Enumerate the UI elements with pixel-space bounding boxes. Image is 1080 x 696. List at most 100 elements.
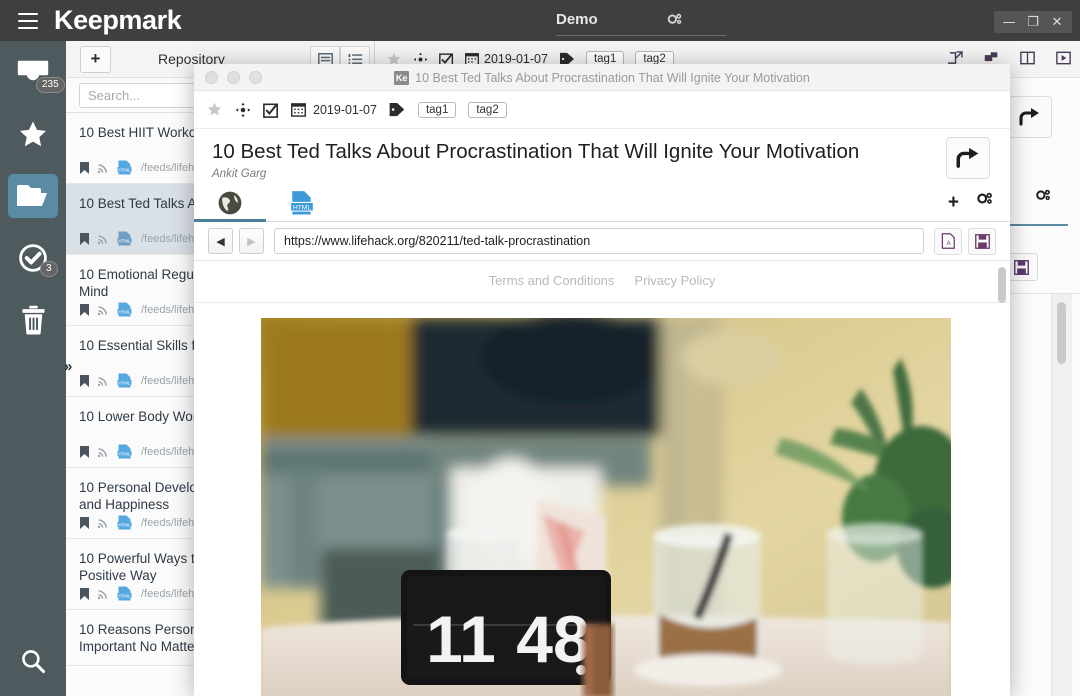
svg-text:A: A: [946, 241, 950, 247]
divider: [194, 302, 1010, 303]
modal-tabs: HTML +: [194, 186, 1010, 222]
svg-text:HTML: HTML: [119, 593, 132, 598]
forward-button[interactable]: ▶: [239, 228, 264, 254]
bookmark-icon: [79, 161, 90, 175]
add-icon[interactable]: +: [948, 192, 959, 214]
folder-icon: [8, 174, 58, 218]
link-terms[interactable]: Terms and Conditions: [489, 273, 615, 288]
modal-meta-toolbar: 2019-01-07 tag1 tag2: [194, 91, 1010, 129]
tag-chip[interactable]: tag2: [468, 102, 506, 118]
page-title: 10 Best Ted Talks About Procrastination …: [212, 139, 1010, 165]
article-feed-path: /feeds/lifeh: [141, 446, 194, 458]
svg-text:HTML: HTML: [119, 380, 132, 385]
sidebar-item-repository[interactable]: [0, 165, 66, 227]
scrollbar-thumb[interactable]: [1057, 302, 1066, 364]
share-icon[interactable]: [1008, 96, 1052, 138]
checkbox-checked-icon[interactable]: [263, 102, 279, 118]
modal-title: 10 Best Ted Talks About Procrastination …: [415, 71, 810, 85]
article-feed-path: /feeds/lifeh: [141, 588, 194, 600]
article-feed-path: /feeds/lifeh: [141, 304, 194, 316]
sidebar-item-inbox[interactable]: 235: [0, 41, 66, 103]
tab-demo-underline: [556, 35, 726, 36]
gear-icon[interactable]: [1034, 188, 1052, 210]
bookmark-icon: [79, 587, 90, 601]
webpage-footer-links: Terms and Conditions Privacy Policy: [194, 261, 1010, 288]
modal-title-wrap: Ke 10 Best Ted Talks About Procrastinati…: [194, 64, 1010, 91]
link-privacy[interactable]: Privacy Policy: [634, 273, 715, 288]
pdf-export-icon[interactable]: A: [934, 228, 962, 255]
modal-minimize-dot[interactable]: [227, 71, 240, 84]
tab-web[interactable]: [194, 185, 266, 221]
svg-text:HTML: HTML: [119, 451, 132, 456]
html-file-icon: HTML: [117, 231, 132, 246]
html-file-icon: HTML: [117, 302, 132, 317]
article-feed-path: /feeds/lifeh: [141, 517, 194, 529]
hero-image: 11 48: [261, 318, 951, 696]
tab-html[interactable]: HTML: [266, 185, 338, 221]
application-window: Keepmark Demo — ❐ ✕ 235: [0, 0, 1080, 696]
gear-icon[interactable]: [975, 191, 994, 214]
url-input[interactable]: https://www.lifehack.org/820211/ted-talk…: [274, 228, 924, 254]
preview-icon[interactable]: [1050, 45, 1076, 71]
rss-icon: [97, 374, 110, 387]
bookmark-icon: [79, 232, 90, 246]
article-meta: HTML /feeds/lifeh: [79, 444, 194, 459]
modal-maximize-dot[interactable]: [249, 71, 262, 84]
star-icon[interactable]: [206, 101, 223, 118]
modal-close-dot[interactable]: [205, 71, 218, 84]
sidebar-item-trash[interactable]: [0, 289, 66, 351]
tab-demo[interactable]: Demo: [556, 11, 598, 28]
modal-header: 10 Best Ted Talks About Procrastination …: [194, 129, 1010, 180]
tag-icon[interactable]: [389, 102, 406, 117]
gear-icon[interactable]: [666, 12, 683, 34]
window-controls: — ❐ ✕: [994, 11, 1072, 33]
browser-urlbar: ◀ ▶ https://www.lifehack.org/820211/ted-…: [194, 222, 1010, 261]
title-bar: Keepmark Demo — ❐ ✕: [0, 0, 1080, 41]
bookmark-icon: [79, 374, 90, 388]
rss-icon: [97, 587, 110, 600]
embedded-webview: Terms and Conditions Privacy Policy: [194, 261, 1010, 696]
sidebar-item-favorites[interactable]: [0, 103, 66, 165]
sidebar-item-tasks[interactable]: 3: [0, 227, 66, 289]
bookmark-icon: [79, 445, 90, 459]
html-file-icon: HTML: [117, 160, 132, 175]
rss-icon: [97, 516, 110, 529]
menu-hamburger-icon[interactable]: [18, 13, 38, 29]
pin-icon[interactable]: [235, 102, 251, 118]
article-author: Ankit Garg: [212, 168, 1010, 180]
modal-titlebar[interactable]: Ke 10 Best Ted Talks About Procrastinati…: [194, 64, 1010, 91]
split-view-icon[interactable]: [1014, 45, 1040, 71]
article-meta: HTML /feeds/lifeh: [79, 302, 194, 317]
bookmark-icon: [79, 516, 90, 530]
save-icon[interactable]: [968, 228, 996, 255]
rss-icon: [97, 232, 110, 245]
html-file-icon: HTML: [117, 444, 132, 459]
maximize-button[interactable]: ❐: [1022, 13, 1044, 31]
article-meta: HTML /feeds/lifeh: [79, 160, 194, 175]
svg-text:HTML: HTML: [293, 205, 312, 212]
sidebar-rail: 235 3: [0, 41, 66, 696]
keepmark-badge-icon: Ke: [394, 71, 409, 85]
article-detail-modal: Ke 10 Best Ted Talks About Procrastinati…: [194, 64, 1010, 696]
search-icon[interactable]: [0, 636, 66, 686]
svg-text:HTML: HTML: [119, 522, 132, 527]
share-icon[interactable]: [946, 137, 990, 179]
article-meta: HTML /feeds/lifeh: [79, 586, 194, 601]
svg-text:48: 48: [516, 602, 589, 676]
calendar-icon: [291, 102, 306, 117]
svg-text:HTML: HTML: [119, 238, 132, 243]
back-button[interactable]: ◀: [208, 228, 233, 254]
rss-icon: [97, 303, 110, 316]
app-brand-title: Keepmark: [54, 5, 181, 36]
svg-text:11: 11: [426, 602, 496, 676]
minimize-button[interactable]: —: [998, 13, 1020, 31]
add-button[interactable]: +: [80, 46, 111, 73]
article-meta: HTML /feeds/lifeh: [79, 231, 194, 246]
modal-window-dots: [205, 71, 262, 84]
panel-expander-chevron[interactable]: »: [64, 358, 72, 375]
article-feed-path: /feeds/lifeh: [141, 233, 194, 245]
inbox-badge: 235: [36, 77, 65, 93]
scrollbar-thumb[interactable]: [998, 267, 1006, 303]
close-button[interactable]: ✕: [1046, 13, 1068, 31]
tag-chip[interactable]: tag1: [418, 102, 456, 118]
